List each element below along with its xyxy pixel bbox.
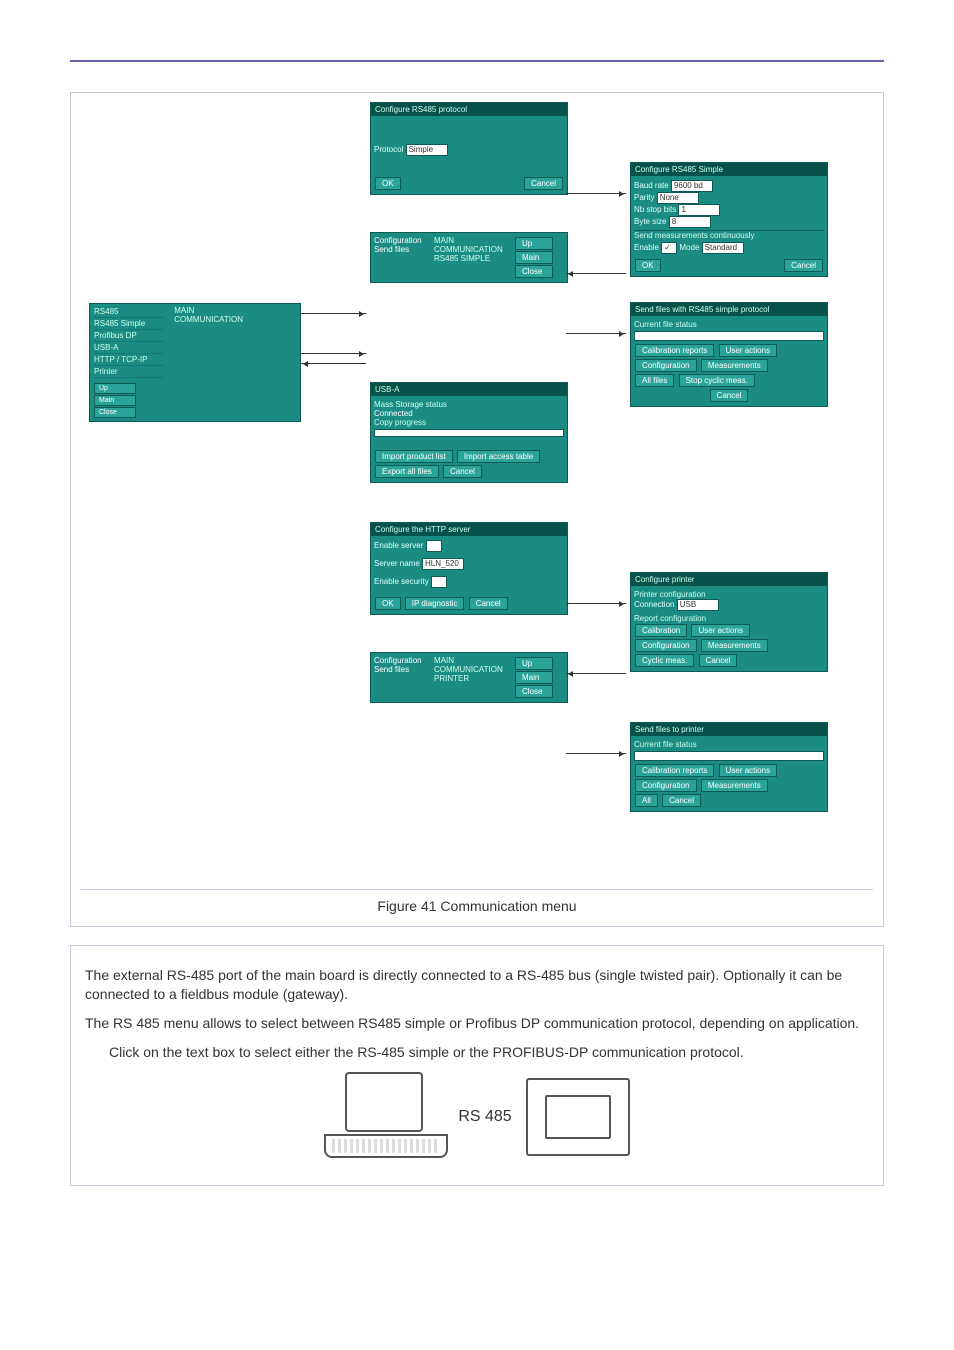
- description-panel: The external RS-485 port of the main boa…: [70, 945, 884, 1186]
- nav-panel-1: Configuration Send files MAIN COMMUNICAT…: [371, 233, 567, 282]
- rs485-illustration: RS 485: [85, 1072, 869, 1167]
- dialog-usba: USB-A Mass Storage status Connected Copy…: [371, 383, 567, 482]
- sidebar-item-http: HTTP / TCP-IP: [94, 354, 164, 366]
- cancel-button: Cancel: [524, 177, 563, 190]
- desc-p1: The external RS-485 port of the main boa…: [85, 966, 869, 1004]
- protocol-select: Simple: [406, 144, 448, 156]
- sidebar-nav: Up Main Close: [90, 380, 140, 421]
- nav-close: Close: [94, 407, 136, 418]
- sidebar-item-rs485simple: RS485 Simple: [94, 318, 164, 330]
- figure-diagram: RS485 RS485 Simple Profibus DP USB-A HTT…: [81, 103, 873, 883]
- sidebar-items: RS485 RS485 Simple Profibus DP USB-A HTT…: [90, 304, 168, 380]
- dialog-sendfiles-printer: Send files to printer Current file statu…: [631, 723, 827, 811]
- laptop-icon: [324, 1072, 444, 1162]
- sidebar-path: MAIN COMMUNICATION: [170, 304, 248, 326]
- dialog-rs485-protocol: Configure RS485 protocol Protocol Simple…: [371, 103, 567, 194]
- dialog-rs485-simple: Configure RS485 Simple Baud rate 9600 bd…: [631, 163, 827, 276]
- sidebar-item-rs485: RS485: [94, 306, 164, 318]
- desc-p3: Click on the text box to select either t…: [109, 1043, 869, 1062]
- desc-p2: The RS 485 menu allows to select between…: [85, 1014, 869, 1033]
- device-icon: [526, 1078, 630, 1156]
- rs485-label: RS 485: [458, 1108, 511, 1126]
- ok-button: OK: [375, 177, 401, 190]
- dialog-printer: Configure printer Printer configuration …: [631, 573, 827, 671]
- sidebar-item-usba: USB-A: [94, 342, 164, 354]
- figure-41: RS485 RS485 Simple Profibus DP USB-A HTT…: [70, 92, 884, 927]
- dialog-title: Configure RS485 Simple: [631, 163, 827, 176]
- sidebar-item-profibus: Profibus DP: [94, 330, 164, 342]
- nav-panel-2: Configuration Send files MAIN COMMUNICAT…: [371, 653, 567, 702]
- dialog-title: Configure RS485 protocol: [371, 103, 567, 116]
- nav-main: Main: [94, 395, 136, 406]
- dialog-sendfiles-simple: Send files with RS485 simple protocol Cu…: [631, 303, 827, 406]
- dialog-http: Configure the HTTP server Enable server …: [371, 523, 567, 614]
- figure-caption: Figure 41 Communication menu: [81, 889, 873, 916]
- sidebar-menu: RS485 RS485 Simple Profibus DP USB-A HTT…: [89, 303, 301, 422]
- nav-up: Up: [94, 383, 136, 394]
- sidebar-item-printer: Printer: [94, 366, 164, 378]
